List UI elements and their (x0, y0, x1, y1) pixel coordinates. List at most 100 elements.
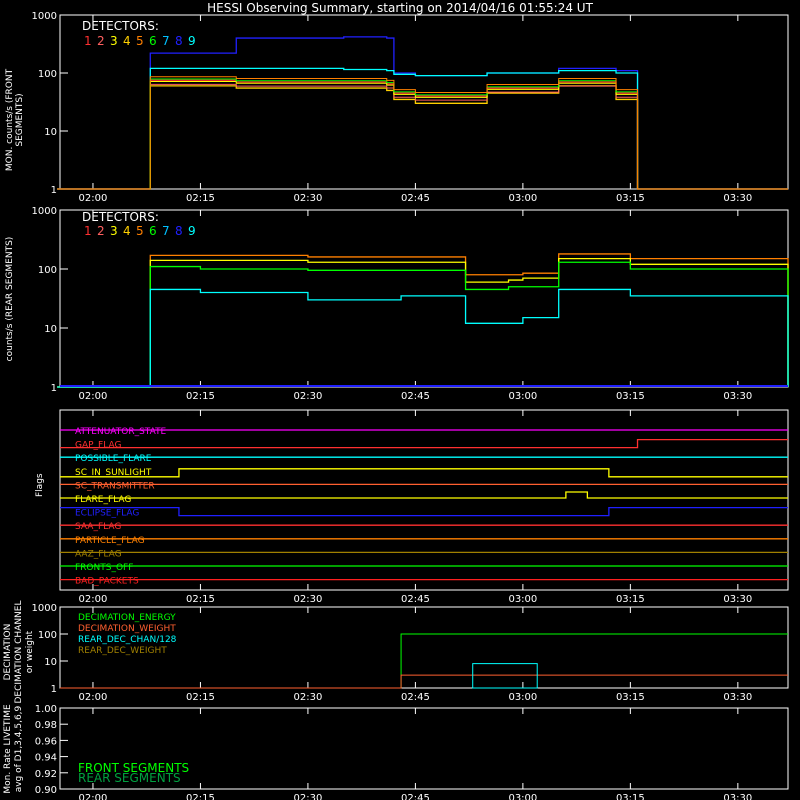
panel-2-xtick-label: 02:15 (186, 391, 215, 402)
p1-series-line (57, 83, 788, 190)
panel-5-xtick-label: 03:00 (508, 793, 537, 800)
panel-1-xtick-label: 03:30 (723, 193, 752, 204)
panel-1-ytick-label: 10 (44, 127, 57, 138)
p2-series-line (57, 261, 789, 388)
p1-legend-number: 5 (136, 34, 144, 48)
p5-ytick-label: 0.90 (35, 785, 57, 796)
panel-5-xtick-label: 02:45 (401, 793, 430, 800)
p1-series-line (57, 79, 788, 190)
p5-legend-rear: REAR SEGMENTS (78, 771, 181, 785)
panel-2-xtick-label: 03:00 (508, 391, 537, 402)
panel-5-xtick-label: 02:15 (186, 793, 215, 800)
p2-legend-number: 9 (188, 224, 196, 238)
p4-legend: REAR_DEC_WEIGHT (78, 646, 167, 656)
panel-5-xtick-label: 02:30 (294, 793, 323, 800)
panel-2-xtick-label: 02:45 (401, 391, 430, 402)
panel-2-ytick-label: 1 (51, 383, 57, 394)
p1-series-line (57, 81, 788, 190)
p1-legend-number: 4 (123, 34, 131, 48)
panel-3-xtick-label: 03:30 (723, 594, 752, 605)
panel-3-xtick-label: 02:45 (401, 594, 430, 605)
panel-2-xtick-label: 03:15 (616, 391, 645, 402)
panel-4-xtick-label: 02:45 (401, 692, 430, 703)
p1-series-line (57, 36, 788, 190)
p1-legend-number: 3 (110, 34, 118, 48)
panel-4-xtick-label: 03:15 (616, 692, 645, 703)
panel-1-xtick-label: 02:00 (79, 193, 108, 204)
panel-3-xtick-label: 02:00 (79, 594, 108, 605)
flag-line (60, 468, 788, 478)
panel-4-xtick-label: 02:15 (186, 692, 215, 703)
p5-ytick-label: 0.96 (35, 736, 57, 747)
p5-ytick-label: 0.98 (35, 720, 57, 731)
p2-legend-number: 1 (84, 224, 92, 238)
panel-4-xtick-label: 02:00 (79, 692, 108, 703)
panel-2-xtick-label: 03:30 (723, 391, 752, 402)
flag-line (60, 506, 788, 517)
p1-series-line (57, 76, 788, 190)
p1-legend-number: 9 (188, 34, 196, 48)
panel-2-ytick-label: 100 (38, 265, 57, 276)
flag-label: SC_TRANSMITTER (75, 481, 155, 491)
panel-5-xtick-label: 02:00 (79, 793, 108, 800)
p2-legend-number: 2 (97, 224, 105, 238)
panel-4-xtick-label: 02:30 (294, 692, 323, 703)
flag-label: PARTICLE_FLAG (75, 536, 145, 546)
p2-legend-number: 3 (110, 224, 118, 238)
panel-2-ytick-label: 10 (44, 324, 57, 335)
panel-2-xtick-label: 02:00 (79, 391, 108, 402)
p4-legend: REAR_DEC_CHAN/128 (78, 635, 177, 645)
flag-line (60, 491, 788, 499)
p2-legend-number: 7 (162, 224, 170, 238)
p2-series-line (57, 288, 789, 388)
p4-rear-dec-chan-box (472, 663, 538, 689)
flag-line (60, 438, 788, 449)
flag-label: FLARE_FLAG (75, 495, 131, 505)
panel-1-xtick-label: 02:45 (401, 193, 430, 204)
p2-series-line (57, 257, 789, 388)
panel-4-ytick-label: 1000 (32, 603, 57, 614)
p5-ytick-label: 0.92 (35, 769, 57, 780)
panel-3-frame (59, 409, 789, 591)
panel-1-xtick-label: 03:00 (508, 193, 537, 204)
panel-5-xtick-label: 03:15 (616, 793, 645, 800)
p1-series-line (57, 85, 788, 190)
panel-1-xtick-label: 02:30 (294, 193, 323, 204)
flag-label: ECLIPSE_FLAG (75, 509, 139, 519)
panel-3-xtick-label: 03:00 (508, 594, 537, 605)
p1-legend-number: 6 (149, 34, 157, 48)
flag-label: AAZ_FLAG (75, 549, 122, 559)
panel-4-ytick-label: 1 (51, 684, 57, 695)
flag-label: SAA_FLAG (75, 522, 121, 532)
flag-label: BAD_PACKETS (75, 577, 139, 587)
p1-legend-number: 7 (162, 34, 170, 48)
panel-3-xtick-label: 02:30 (294, 594, 323, 605)
panel-1-xtick-label: 03:15 (616, 193, 645, 204)
panel-3-xtick-label: 02:15 (186, 594, 215, 605)
p5-ytick-label: 0.94 (35, 753, 57, 764)
panel-2-xtick-label: 02:30 (294, 391, 323, 402)
panel-5-xtick-label: 03:30 (723, 793, 752, 800)
p4-decimation-weight-line (60, 674, 788, 689)
p1-legend-number: 8 (175, 34, 183, 48)
flag-label: POSSIBLE_FLARE (75, 454, 152, 464)
p1-legend-number: 2 (97, 34, 105, 48)
p4-legend: DECIMATION_ENERGY (78, 613, 176, 623)
panel-1-xtick-label: 02:15 (186, 193, 215, 204)
panel-1-ytick-label: 100 (38, 69, 57, 80)
p2-legend-number: 8 (175, 224, 183, 238)
panel-4-xtick-label: 03:00 (508, 692, 537, 703)
p2-legend-number: 5 (136, 224, 144, 238)
flag-label: GAP_FLAG (75, 441, 121, 451)
panel-1-ytick-label: 1000 (32, 11, 57, 22)
panel-4-ytick-label: 10 (44, 657, 57, 668)
p5-ytick-label: 1.00 (35, 704, 57, 715)
flag-label: ATTENUATOR_STATE (75, 427, 167, 437)
p1-legend-number: 1 (84, 34, 92, 48)
p2-legend-number: 4 (123, 224, 131, 238)
panel-4-ytick-label: 100 (38, 630, 57, 641)
hessi-summary-chart: HESSI Observing Summary, starting on 201… (0, 0, 800, 800)
p2-series-line (57, 253, 789, 388)
flag-label: FRONTS_OFF (75, 563, 133, 573)
panel-3-xtick-label: 03:15 (616, 594, 645, 605)
